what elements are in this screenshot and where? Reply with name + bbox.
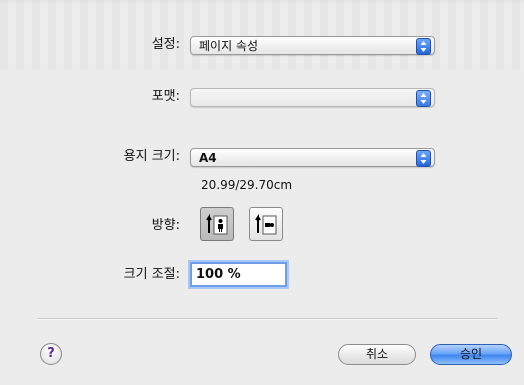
paper-size-value: A4: [199, 151, 217, 165]
orientation-label: 방향:: [151, 218, 180, 233]
popup-stepper-icon: [416, 150, 431, 167]
landscape-orientation-button[interactable]: [249, 207, 283, 241]
paper-dimensions: 20.99/29.70cm: [201, 178, 293, 192]
format-popup[interactable]: [190, 88, 435, 107]
scale-label: 크기 조절:: [123, 267, 180, 282]
popup-stepper-icon: [416, 90, 431, 107]
settings-popup-value: 페이지 속성: [199, 39, 259, 53]
portrait-person-icon: [206, 213, 228, 235]
settings-popup[interactable]: 페이지 속성: [190, 36, 435, 55]
settings-label: 설정:: [151, 37, 180, 52]
format-label: 포맷:: [151, 89, 180, 104]
cancel-button[interactable]: 취소: [338, 344, 416, 365]
page-setup-sheet: 설정: 페이지 속성 포맷: 용지 크기: A4 20.99/29.70cm 방…: [0, 0, 524, 385]
divider: [37, 318, 497, 319]
sheet-top-shade: [0, 0, 524, 70]
popup-stepper-icon: [416, 38, 431, 55]
help-button[interactable]: ?: [40, 343, 62, 365]
landscape-person-icon: [255, 213, 277, 235]
ok-button[interactable]: 승인: [430, 344, 512, 365]
paper-size-label: 용지 크기:: [123, 149, 180, 164]
paper-size-popup[interactable]: A4: [190, 148, 435, 167]
scale-input[interactable]: 100 %: [190, 262, 287, 287]
portrait-orientation-button[interactable]: [200, 207, 234, 241]
